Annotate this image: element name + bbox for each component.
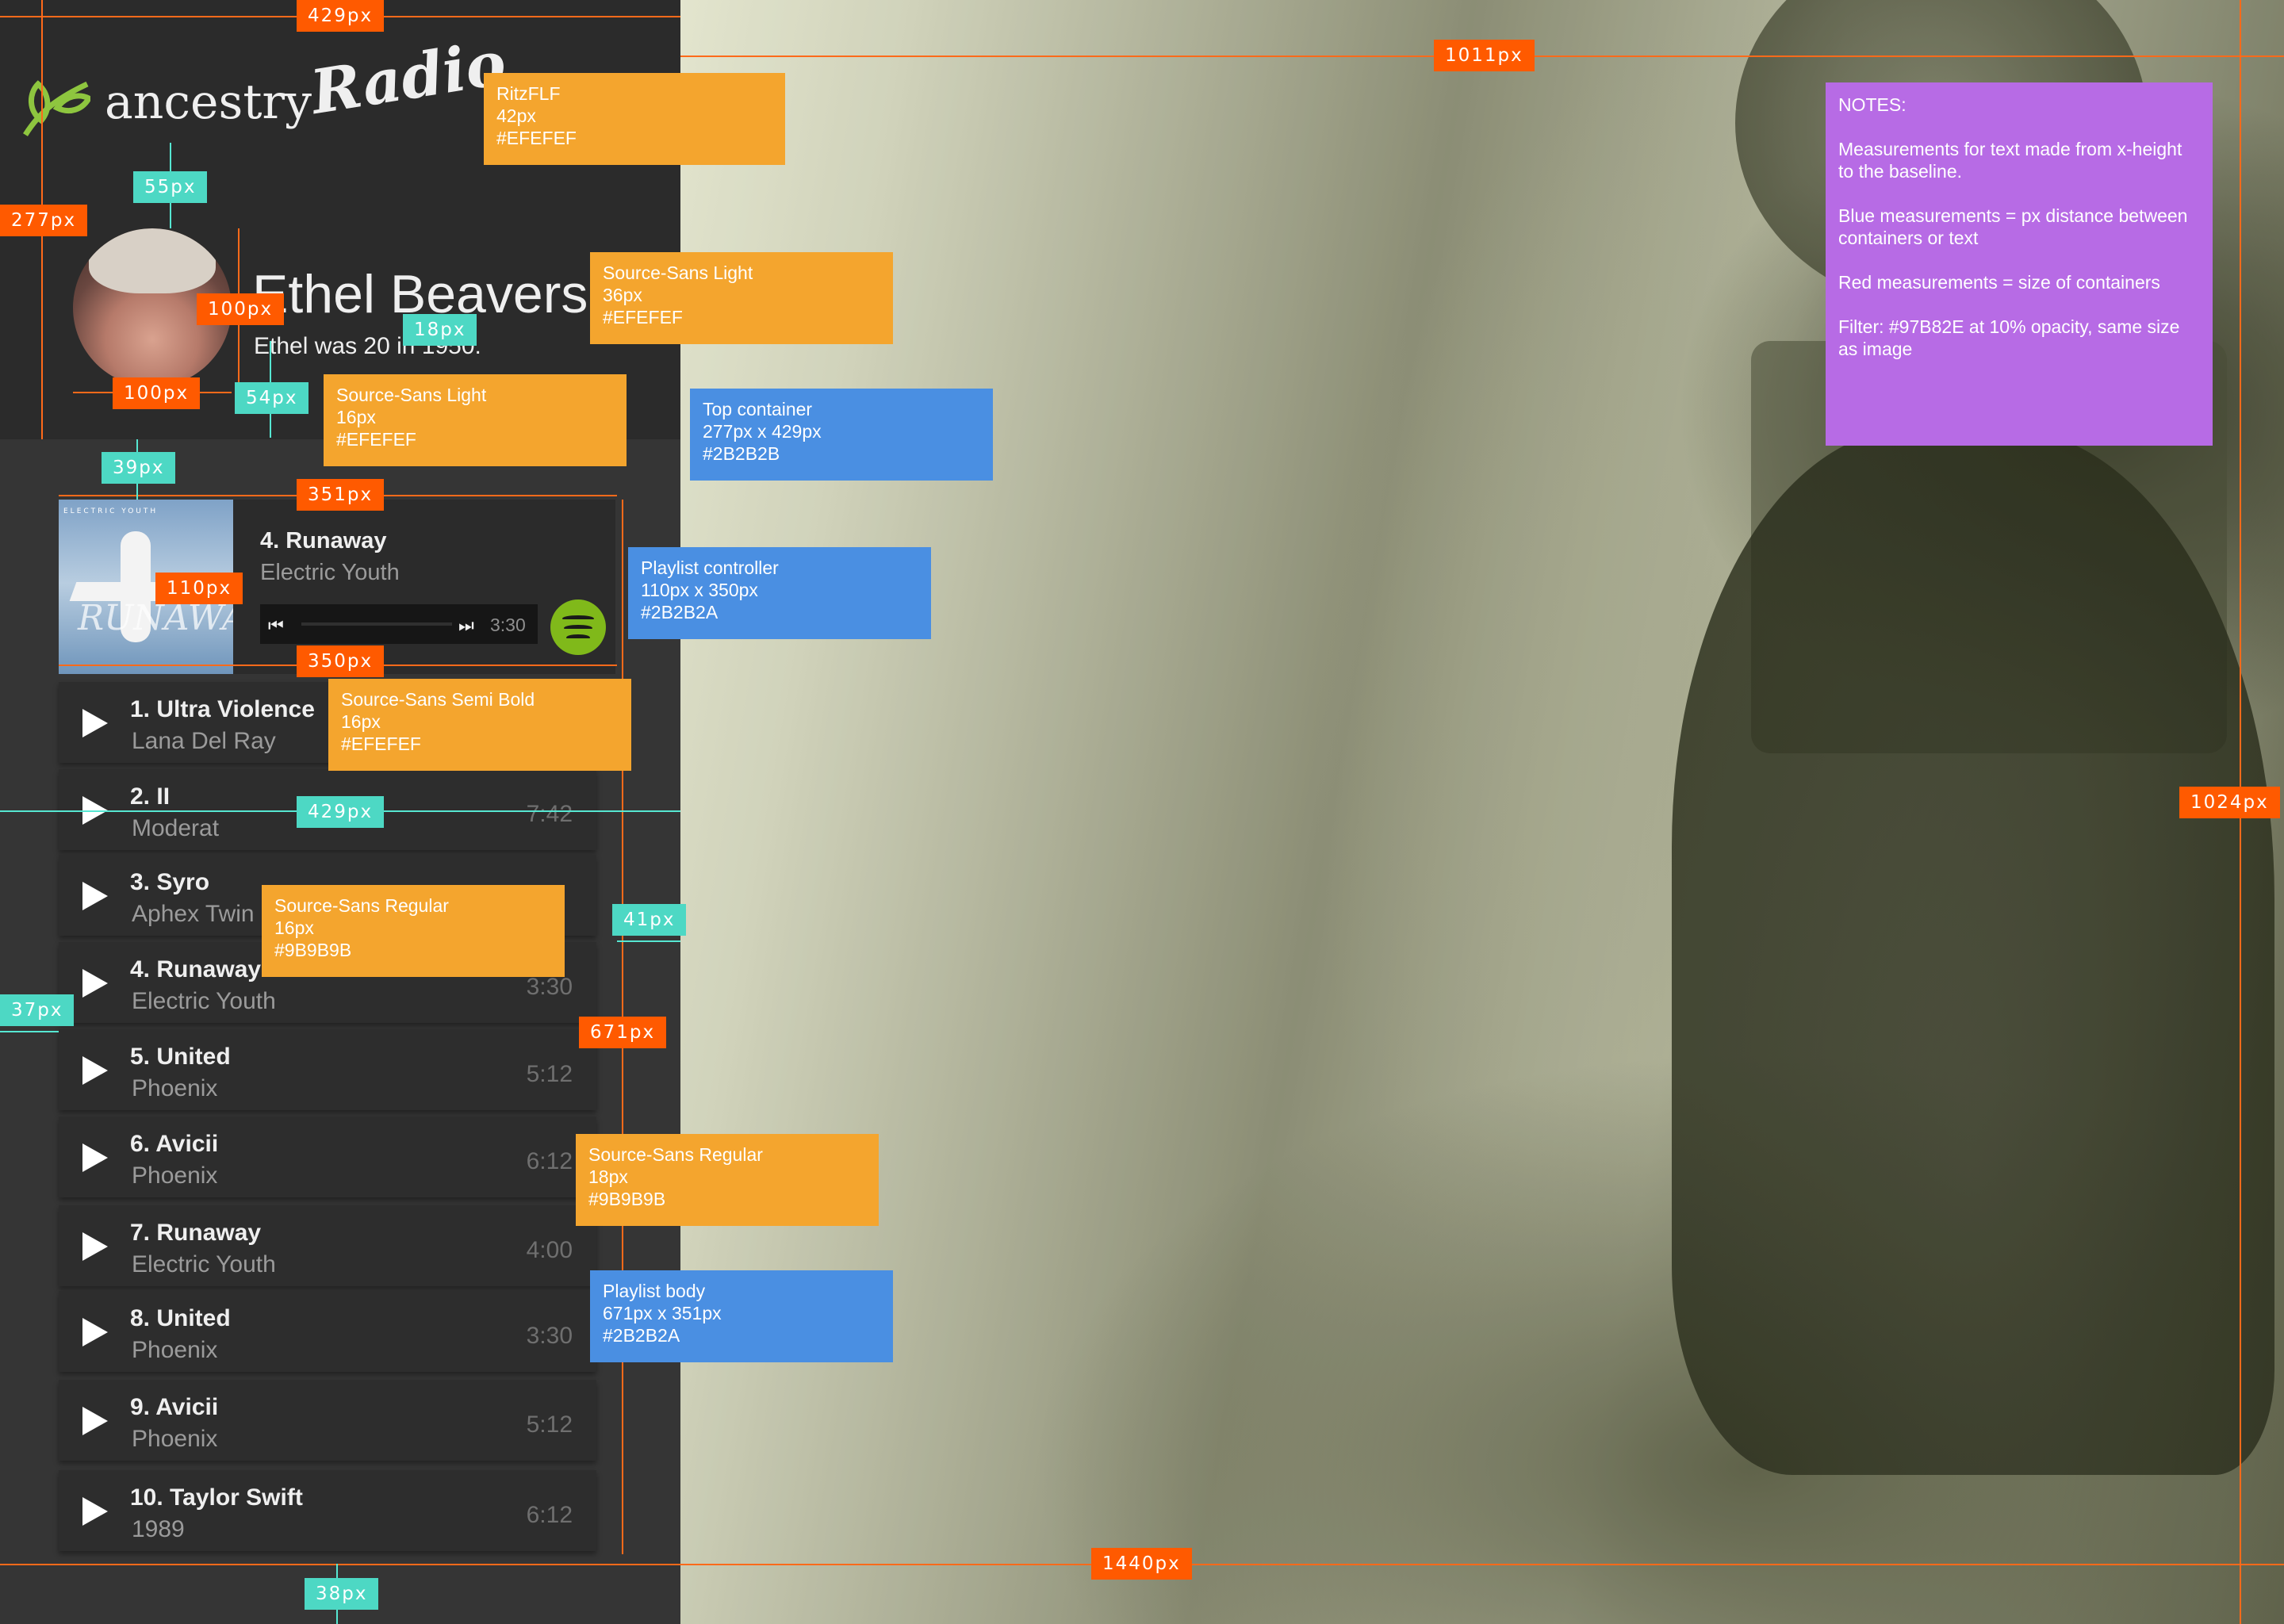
track-time: 3:30: [490, 615, 526, 635]
track-duration: 3:30: [526, 974, 573, 1000]
play-icon[interactable]: [82, 969, 108, 998]
measure-label: 41px: [612, 904, 687, 936]
measure-label: 429px: [297, 0, 385, 32]
measure-label: 277px: [0, 205, 88, 236]
track-artist: Moderat: [132, 815, 220, 841]
play-icon[interactable]: [82, 1056, 108, 1085]
spec-note: Source-Sans Semi Bold 16px #EFEFEF: [328, 679, 631, 771]
spec-note: Source-Sans Regular 16px #9B9B9B: [262, 885, 565, 977]
track-artist: Electric Youth: [132, 1251, 276, 1277]
leaf-logo-icon: [23, 80, 90, 136]
track-duration: 6:12: [526, 1148, 573, 1174]
play-icon[interactable]: [82, 1497, 108, 1526]
progress-track[interactable]: [301, 622, 452, 626]
logo-text: ancestry: [105, 75, 312, 130]
measure-label: 38px: [305, 1578, 379, 1610]
now-playing-title: 4. Runaway: [260, 528, 387, 553]
list-item[interactable]: 8. United Phoenix 3:30: [59, 1291, 596, 1372]
list-item[interactable]: 6. Avicii Phoenix 6:12: [59, 1116, 596, 1197]
now-playing-artist: Electric Youth: [260, 560, 400, 585]
track-artist: Phoenix: [132, 1426, 218, 1452]
track-duration: 6:12: [526, 1502, 573, 1528]
measure-label: 351px: [297, 479, 385, 511]
measure-label: 671px: [579, 1017, 667, 1048]
track-title: 10. Taylor Swift: [130, 1484, 303, 1511]
play-icon[interactable]: [82, 1143, 108, 1172]
measure-label: 1024px: [2179, 787, 2280, 818]
measure-line: [0, 1031, 59, 1032]
logo-radio-script: Radio: [306, 27, 511, 128]
track-title: 9. Avicii: [130, 1394, 219, 1420]
measure-label: 110px: [155, 573, 243, 604]
album-brand: ELECTRIC YOUTH: [63, 508, 159, 515]
play-icon[interactable]: [82, 709, 108, 737]
track-duration: 5:12: [526, 1411, 573, 1438]
measure-label: 1440px: [1091, 1548, 1192, 1580]
track-artist: Phoenix: [132, 1075, 218, 1101]
track-artist: Electric Youth: [132, 988, 276, 1014]
play-icon[interactable]: [82, 1318, 108, 1346]
track-duration: 3:30: [526, 1323, 573, 1349]
next-track-icon[interactable]: ⏭: [458, 615, 474, 636]
track-title: 1. Ultra Violence: [130, 696, 315, 722]
measure-label: 1011px: [1434, 40, 1535, 71]
track-duration: 5:12: [526, 1061, 573, 1087]
track-title: 7. Runaway: [130, 1220, 262, 1246]
track-artist: Lana Del Ray: [132, 728, 276, 754]
list-item[interactable]: 7. Runaway Electric Youth 4:00: [59, 1205, 596, 1286]
track-title: 3. Syro: [130, 869, 210, 895]
spec-note: Source-Sans Light 36px #EFEFEF: [590, 252, 893, 344]
spec-note: Playlist controller 110px x 350px #2B2B2A: [628, 547, 931, 639]
play-icon[interactable]: [82, 1407, 108, 1435]
spec-note: Top container 277px x 429px #2B2B2B: [690, 389, 993, 481]
top-container: ancestry Radio Ethel Beavers Ethel was 2…: [0, 0, 680, 439]
track-artist: Phoenix: [132, 1162, 218, 1189]
track-artist: 1989: [132, 1516, 185, 1542]
measure-line: [617, 940, 680, 942]
track-duration: 4:00: [526, 1237, 573, 1263]
track-title: 5. United: [130, 1044, 231, 1070]
list-item[interactable]: 9. Avicii Phoenix 5:12: [59, 1380, 596, 1461]
measure-label: 429px: [297, 796, 385, 828]
measure-label: 55px: [133, 171, 208, 203]
track-artist: Phoenix: [132, 1337, 218, 1363]
track-title: 2. II: [130, 783, 171, 810]
spec-note: Source-Sans Regular 18px #9B9B9B: [576, 1134, 879, 1226]
previous-track-icon[interactable]: ⏮: [268, 615, 284, 636]
spotify-icon[interactable]: [550, 599, 606, 655]
measure-label: 39px: [102, 452, 176, 484]
measure-label: 18px: [403, 314, 477, 346]
measure-label: 37px: [0, 994, 75, 1026]
measure-label: 350px: [297, 645, 385, 677]
design-spec-canvas: ancestry Radio Ethel Beavers Ethel was 2…: [0, 0, 2284, 1624]
track-title: 8. United: [130, 1305, 231, 1331]
progress-bar[interactable]: ⏮ ⏭ 3:30: [260, 604, 538, 644]
track-artist: Aphex Twin: [132, 901, 255, 927]
track-duration: 7:42: [526, 801, 573, 827]
track-title: 6. Avicii: [130, 1131, 219, 1157]
play-icon[interactable]: [82, 882, 108, 910]
spec-note: Source-Sans Light 16px #EFEFEF: [324, 374, 627, 466]
measure-label: 54px: [235, 382, 309, 414]
list-item[interactable]: 10. Taylor Swift 1989 6:12: [59, 1470, 596, 1551]
track-title: 4. Runaway: [130, 956, 262, 982]
measure-label: 100px: [113, 377, 201, 409]
play-icon[interactable]: [82, 1232, 108, 1261]
measure-label: 100px: [197, 293, 285, 325]
spec-note: RitzFLF 42px #EFEFEF: [484, 73, 785, 165]
spec-note: Playlist body 671px x 351px #2B2B2A: [590, 1270, 893, 1362]
list-item[interactable]: 5. United Phoenix 5:12: [59, 1029, 596, 1110]
notes-panel: NOTES: Measurements for text made from x-…: [1826, 82, 2213, 446]
